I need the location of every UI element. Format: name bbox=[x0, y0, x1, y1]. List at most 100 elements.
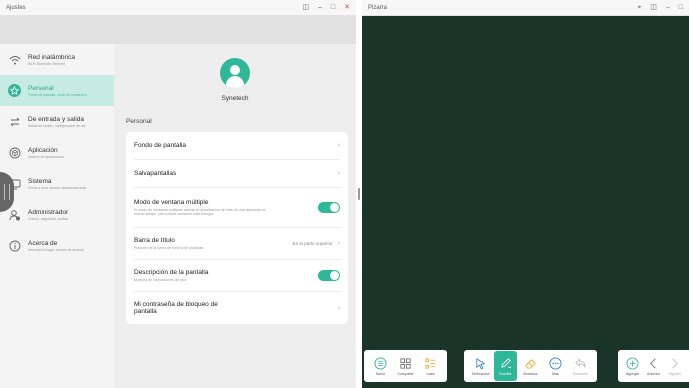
avatar[interactable] bbox=[220, 58, 250, 88]
row-title: Fondo de pantalla bbox=[134, 142, 187, 149]
user-admin-icon bbox=[8, 208, 21, 221]
undo-icon bbox=[574, 356, 588, 370]
write-tool[interactable]: Escribir bbox=[494, 351, 517, 381]
whiteboard-canvas[interactable] bbox=[362, 16, 689, 388]
tool-label: Menú bbox=[375, 372, 386, 376]
list-tool[interactable]: Lista bbox=[419, 351, 442, 381]
row-title: Modo de ventana múltiple bbox=[134, 198, 209, 206]
tool-label: Lista bbox=[426, 372, 435, 376]
minimize-button[interactable]: – bbox=[318, 4, 322, 11]
sidebar-item-admin[interactable]: Administrador Control, seguridad, auditar bbox=[0, 199, 114, 230]
settings-content: Synetech Personal Fondo de pantalla › Sa… bbox=[114, 44, 356, 388]
sidebar-item-about[interactable]: Acerca de Información legal, versión de A… bbox=[0, 230, 114, 261]
more-tool[interactable]: Más bbox=[544, 351, 567, 381]
maximize-button[interactable]: □ bbox=[331, 4, 335, 11]
whiteboard-titlebar[interactable]: Pizarra ⌖ ◫ – □ bbox=[362, 0, 689, 16]
toolbar-group-pages: Agregar Anterior Siguien bbox=[618, 350, 689, 382]
settings-window-controls: ◫ – □ ✕ bbox=[302, 4, 350, 11]
add-circle-icon bbox=[626, 356, 640, 370]
chevron-right-icon: › bbox=[337, 304, 340, 312]
sidebar-item-personal[interactable]: Personal Fondo de pantalla, modo de venta… bbox=[0, 75, 114, 106]
row-screen-description: Descripción de la pantalla Muestra de in… bbox=[134, 260, 340, 292]
tool-label: Escribir bbox=[499, 372, 512, 376]
whiteboard-window-controls: ⌖ ◫ – □ bbox=[637, 4, 683, 11]
sidebar-item-sub: Control, seguridad, auditar bbox=[28, 216, 68, 221]
star-icon bbox=[8, 84, 21, 97]
whiteboard-window: Pizarra ⌖ ◫ – □ Menú Compartir Lista Sel… bbox=[362, 0, 689, 388]
settings-window: Ajustes ◫ – □ ✕ Red inalámbrica Wi-Fi Blu… bbox=[0, 0, 356, 388]
tool-label: Seleccione bbox=[471, 372, 490, 376]
row-title: Mi contraseña de bloqueo de pantalla bbox=[134, 301, 218, 315]
share-tool[interactable]: Compartir bbox=[394, 351, 417, 381]
minimize-button[interactable]: – bbox=[666, 4, 670, 11]
select-tool[interactable]: Seleccione bbox=[469, 351, 492, 381]
swap-arrows-icon bbox=[8, 115, 21, 128]
eraser-tool[interactable]: Borrador bbox=[519, 351, 542, 381]
sidebar-item-sub: Fecha y hora, idioma, almacenamiento bbox=[28, 185, 87, 190]
undo-tool[interactable]: Deshacer bbox=[569, 351, 592, 381]
multi-window-toggle[interactable] bbox=[318, 202, 340, 213]
chevron-right-icon: › bbox=[337, 142, 340, 149]
pin-button[interactable]: ⌖ bbox=[637, 4, 641, 11]
sidebar-item-sub: Salida de sonido, configuración de car bbox=[28, 123, 86, 128]
split-view-button[interactable]: ◫ bbox=[650, 4, 657, 11]
close-button[interactable]: ✕ bbox=[344, 4, 350, 11]
settings-window-title: Ajustes bbox=[6, 4, 26, 11]
tool-label: Deshacer bbox=[572, 372, 589, 376]
sidebar-item-label: Acerca de bbox=[28, 239, 58, 247]
row-title-bar[interactable]: Barra de título Posición de la barra de … bbox=[134, 228, 340, 260]
row-lock-password[interactable]: Mi contraseña de bloqueo de pantalla › bbox=[134, 292, 340, 324]
app-cube-icon bbox=[8, 146, 21, 159]
row-wallpaper[interactable]: Fondo de pantalla › bbox=[134, 132, 340, 160]
row-description: Muestra de instrucciones de uso bbox=[134, 277, 186, 282]
profile-block: Synetech bbox=[114, 58, 356, 102]
chevron-right-icon: › bbox=[337, 240, 340, 247]
sidebar-item-io[interactable]: De entrada y salida Salida de sonido, con… bbox=[0, 106, 114, 137]
sidebar-item-sub: Gestión de aplicaciones bbox=[28, 154, 65, 159]
screen-description-toggle[interactable] bbox=[318, 270, 340, 281]
sidebar-item-sub: Información legal, versión de Android bbox=[28, 247, 84, 252]
sidebar-item-system[interactable]: Sistema Fecha y hora, idioma, almacenamie… bbox=[0, 168, 114, 199]
tool-label: Compartir bbox=[397, 372, 414, 376]
row-title: Barra de título bbox=[134, 236, 175, 244]
sidebar-item-sub: Fondo de pantalla, modo de ventana m bbox=[28, 92, 88, 97]
row-value: En la parte superior bbox=[292, 241, 333, 246]
next-page-tool[interactable]: Siguien bbox=[665, 351, 684, 381]
row-screensaver[interactable]: Salvapantallas › bbox=[134, 160, 340, 188]
list-icon bbox=[424, 356, 438, 370]
section-title: Personal bbox=[126, 118, 152, 125]
menu-circle-icon bbox=[374, 356, 388, 370]
screen: Ajustes ◫ – □ ✕ Red inalámbrica Wi-Fi Blu… bbox=[0, 0, 689, 388]
settings-sidebar: Red inalámbrica Wi-Fi Bluetooth Ethernet … bbox=[0, 44, 114, 388]
tool-label: Borrador bbox=[523, 372, 538, 376]
tool-label: Más bbox=[552, 372, 559, 376]
wifi-icon bbox=[8, 53, 21, 66]
whiteboard-window-title: Pizarra bbox=[368, 4, 388, 11]
settings-header-strip bbox=[0, 16, 356, 44]
row-description: El modo de ventanas múltiples admite la … bbox=[134, 207, 266, 216]
maximize-button[interactable]: □ bbox=[679, 4, 683, 11]
share-grid-icon bbox=[399, 356, 413, 370]
previous-page-tool[interactable]: Anterior bbox=[644, 351, 663, 381]
tool-label: Agregar bbox=[625, 372, 640, 376]
sidebar-item-label: Aplicación bbox=[28, 146, 58, 154]
select-cursor-icon bbox=[474, 356, 488, 370]
menu-tool[interactable]: Menú bbox=[369, 351, 392, 381]
tool-label: Siguien bbox=[668, 372, 681, 376]
row-title: Descripción de la pantalla bbox=[134, 268, 209, 276]
personal-settings-card: Fondo de pantalla › Salvapantallas › Mod… bbox=[126, 132, 348, 324]
chevron-right-icon: › bbox=[337, 170, 340, 177]
sidebar-item-label: De entrada y salida bbox=[28, 115, 85, 123]
toolbar-group-file: Menú Compartir Lista bbox=[364, 350, 447, 382]
sidebar-item-wireless[interactable]: Red inalámbrica Wi-Fi Bluetooth Ethernet bbox=[0, 44, 114, 75]
chevron-right-icon bbox=[668, 356, 682, 370]
info-icon bbox=[8, 239, 21, 252]
sidebar-item-label: Red inalámbrica bbox=[28, 53, 75, 61]
add-page-tool[interactable]: Agregar bbox=[623, 351, 642, 381]
chevron-left-icon bbox=[647, 356, 661, 370]
eraser-icon bbox=[524, 356, 538, 370]
sidebar-item-apps[interactable]: Aplicación Gestión de aplicaciones bbox=[0, 137, 114, 168]
split-view-button[interactable]: ◫ bbox=[302, 4, 309, 11]
row-multi-window: Modo de ventana múltiple El modo de vent… bbox=[134, 188, 340, 228]
settings-titlebar[interactable]: Ajustes ◫ – □ ✕ bbox=[0, 0, 356, 16]
